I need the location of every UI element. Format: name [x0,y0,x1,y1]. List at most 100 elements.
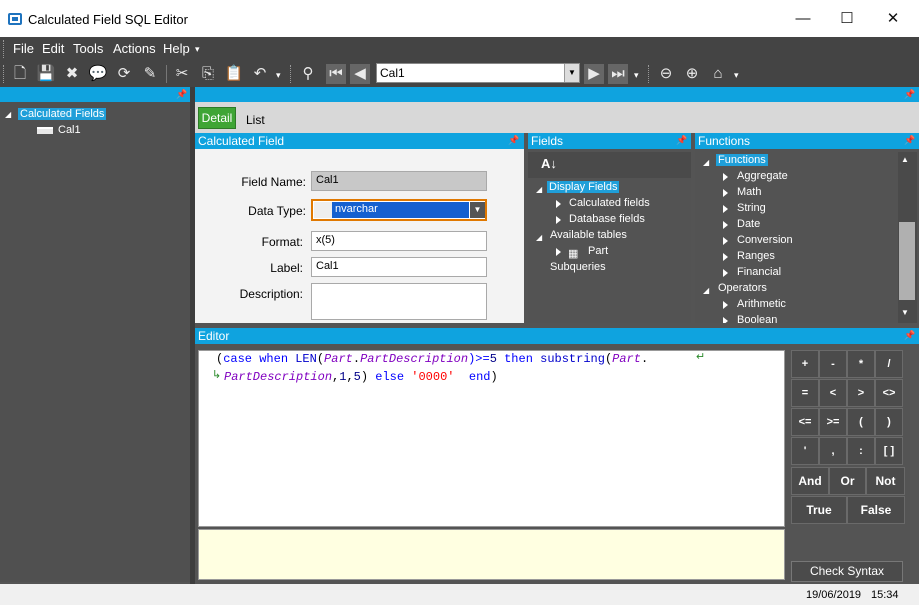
collapse-arrow-icon[interactable] [723,205,728,213]
expand-icon[interactable]: ◢ [536,185,542,194]
tree-item-calculated-fields[interactable]: Calculated Fields [18,108,107,120]
less-than-button[interactable]: < [819,379,847,407]
tree-item-display-fields[interactable]: Display Fields [547,181,620,193]
tree-item-date[interactable]: Date [737,218,760,230]
tree-item-available-tables[interactable]: Available tables [550,229,627,241]
nav-dropdown-icon[interactable]: ▾ [634,70,639,81]
delete-icon[interactable]: ✖ [62,64,82,84]
comma-button[interactable]: , [819,437,847,465]
greater-equal-button[interactable]: >= [819,408,847,436]
chevron-down-icon[interactable]: ▼ [564,64,579,82]
field-name-input[interactable]: Cal1 [311,171,487,191]
tree-item-arithmetic[interactable]: Arithmetic [737,298,786,310]
tree-item-part[interactable]: Part [588,245,608,257]
divide-button[interactable]: / [875,350,903,378]
tab-detail[interactable]: Detail [198,107,236,129]
back-icon[interactable]: ⊖ [656,64,676,84]
tree-item-financial[interactable]: Financial [737,266,781,278]
maximize-button[interactable]: ☐ [824,0,870,37]
not-button[interactable]: Not [866,467,905,495]
open-paren-button[interactable]: ( [847,408,875,436]
scrollbar-thumb[interactable] [899,222,915,300]
collapse-arrow-icon[interactable] [556,216,561,224]
copy-icon[interactable]: ⎘ [198,64,218,84]
collapse-arrow-icon[interactable] [723,253,728,261]
tree-item-database-fields[interactable]: Database fields [569,213,645,225]
record-combo[interactable] [376,63,580,83]
expand-icon[interactable]: ◢ [5,110,11,119]
plus-button[interactable]: + [791,350,819,378]
collapse-arrow-icon[interactable] [723,237,728,245]
refresh-icon[interactable]: ⟳ [114,64,134,84]
undo-dropdown-icon[interactable]: ▾ [276,70,281,81]
multiply-button[interactable]: * [847,350,875,378]
false-button[interactable]: False [847,496,905,524]
cut-icon[interactable]: ✂ [172,64,192,84]
expand-icon[interactable]: ◢ [703,286,709,295]
pin-icon[interactable]: 📌 [176,89,187,100]
collapse-arrow-icon[interactable] [723,269,728,277]
tree-item-calculated-fields[interactable]: Calculated fields [569,197,650,209]
clear-icon[interactable]: ✎ [140,64,160,84]
home-icon[interactable]: ⌂ [708,64,728,84]
tree-item-operators[interactable]: Operators [718,282,767,294]
tree-item-aggregate[interactable]: Aggregate [737,170,788,182]
menu-file[interactable]: File [13,41,34,56]
pin-icon[interactable]: 📌 [904,330,915,341]
less-equal-button[interactable]: <= [791,408,819,436]
tree-item-functions[interactable]: Functions [716,154,768,166]
collapse-arrow-icon[interactable] [723,173,728,181]
close-paren-button[interactable]: ) [875,408,903,436]
pin-icon[interactable]: 📌 [676,135,687,146]
scroll-down-icon[interactable]: ▼ [901,308,909,317]
expand-icon[interactable]: ◢ [536,233,542,242]
not-equal-button[interactable]: <> [875,379,903,407]
greater-than-button[interactable]: > [847,379,875,407]
chevron-down-icon[interactable]: ▼ [470,202,485,218]
close-button[interactable]: ✕ [870,0,916,37]
tree-item-boolean[interactable]: Boolean [737,314,777,323]
pin-icon[interactable]: 📌 [904,89,915,100]
tree-item-string[interactable]: String [737,202,766,214]
new-icon[interactable]: 🗋 [10,64,30,84]
description-input[interactable] [311,283,487,320]
true-button[interactable]: True [791,496,847,524]
expand-icon[interactable]: ◢ [703,158,709,167]
brackets-button[interactable]: [ ] [875,437,903,465]
menu-overflow-icon[interactable]: ▾ [195,44,200,55]
save-icon[interactable]: 💾 [36,64,56,84]
pin-icon[interactable]: 📌 [508,135,519,146]
equals-button[interactable]: = [791,379,819,407]
tab-list[interactable]: List [246,113,265,127]
colon-button[interactable]: : [847,437,875,465]
binoculars-icon[interactable]: ⚲ [298,64,318,84]
label-input[interactable]: Cal1 [311,257,487,277]
quote-button[interactable]: ' [791,437,819,465]
previous-record-icon[interactable]: ◀ [350,64,370,84]
format-input[interactable]: x(5) [311,231,487,251]
menu-actions[interactable]: Actions [113,41,156,56]
collapse-arrow-icon[interactable] [556,248,561,256]
minimize-button[interactable]: — [780,0,826,37]
forward-icon[interactable]: ⊕ [682,64,702,84]
tree-item-conversion[interactable]: Conversion [737,234,793,246]
toolbar-overflow-icon[interactable]: ▾ [734,70,739,81]
menu-help[interactable]: Help [163,41,190,56]
menu-tools[interactable]: Tools [73,41,103,56]
tree-item-subqueries[interactable]: Subqueries [550,261,606,273]
minus-button[interactable]: - [819,350,847,378]
tree-item-math[interactable]: Math [737,186,761,198]
collapse-arrow-icon[interactable] [723,317,728,323]
collapse-arrow-icon[interactable] [723,221,728,229]
undo-icon[interactable]: ↶ [250,64,270,84]
collapse-arrow-icon[interactable] [723,189,728,197]
collapse-arrow-icon[interactable] [556,200,561,208]
sort-az-icon[interactable]: A↓ [541,156,557,171]
collapse-arrow-icon[interactable] [723,301,728,309]
and-button[interactable]: And [791,467,829,495]
tree-item-cal1[interactable]: Cal1 [58,124,81,136]
first-record-icon[interactable]: ⏮ [326,64,346,84]
comment-icon[interactable]: 💬 [88,64,108,84]
or-button[interactable]: Or [829,467,866,495]
menu-edit[interactable]: Edit [42,41,64,56]
